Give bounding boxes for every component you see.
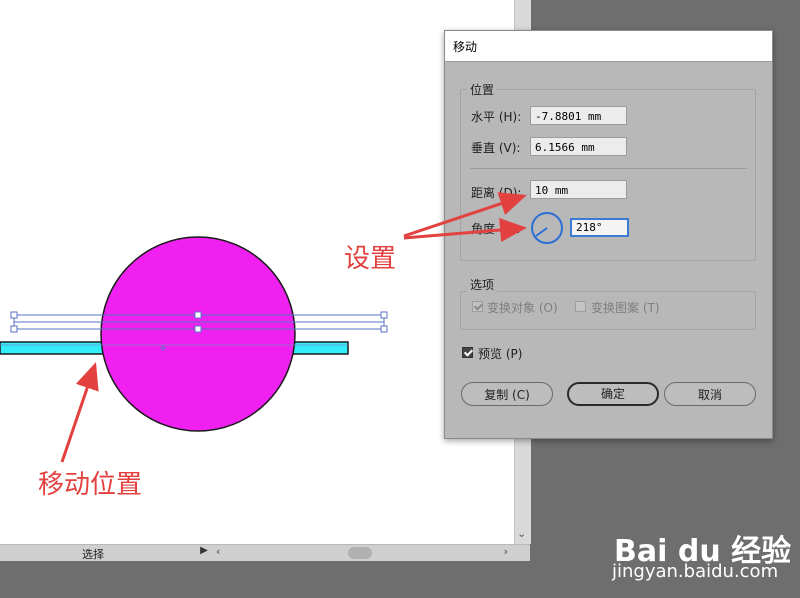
play-arrow-icon[interactable]: ▶ <box>198 545 210 561</box>
ok-button[interactable]: 确定 <box>567 382 659 406</box>
transform-patterns-checkbox[interactable] <box>575 301 586 312</box>
scroll-thumb[interactable] <box>348 547 372 559</box>
move-dialog: 移动 位置 水平 (H): -7.8801 mm 垂直 (V): 6.1566 … <box>444 30 773 439</box>
selection-handle <box>194 311 202 319</box>
dialog-title-bar[interactable]: 移动 <box>445 31 772 62</box>
position-group-legend: 位置 <box>467 81 498 98</box>
magenta-circle-shape <box>100 236 296 432</box>
horizontal-scrollbar[interactable]: ‹ › <box>212 545 516 561</box>
artwork <box>0 236 388 432</box>
status-bar: 选择 ▶ ‹ › <box>0 544 530 561</box>
cancel-button[interactable]: 取消 <box>664 382 756 406</box>
selection-handle <box>10 311 18 319</box>
horizontal-input[interactable]: -7.8801 mm <box>530 106 627 125</box>
vertical-input[interactable]: 6.1566 mm <box>530 137 627 156</box>
transform-objects-checkbox[interactable] <box>472 301 483 312</box>
angle-dial-icon[interactable] <box>530 211 564 245</box>
distance-input[interactable]: 10 mm <box>530 180 627 199</box>
copy-button[interactable]: 复制 (C) <box>461 382 553 406</box>
selection-handle <box>10 325 18 333</box>
horizontal-label: 水平 (H): <box>471 110 522 124</box>
selection-handle <box>380 325 388 333</box>
angle-label: 角度 (A): <box>471 222 521 236</box>
transform-patterns-label: 变换图案 (T) <box>591 301 660 315</box>
artboard-canvas[interactable] <box>0 0 514 544</box>
scroll-down-icon[interactable]: ⌄ <box>517 527 526 540</box>
scroll-left-icon[interactable]: ‹ <box>216 545 220 558</box>
options-group-legend: 选项 <box>467 276 498 293</box>
current-tool-label: 选择 <box>82 548 104 561</box>
transform-objects-label: 变换对象 (O) <box>487 301 558 315</box>
divider <box>470 168 747 169</box>
annotation-move-position: 移动位置 <box>38 470 143 500</box>
preview-label: 预览 (P) <box>478 347 523 361</box>
dialog-title: 移动 <box>453 40 478 54</box>
annotation-settings: 设置 <box>344 244 397 274</box>
baidu-watermark-url: jingyan.baidu.com <box>612 561 779 582</box>
selection-handle <box>194 325 202 333</box>
scroll-right-icon[interactable]: › <box>504 545 508 558</box>
vertical-label: 垂直 (V): <box>471 141 521 155</box>
distance-label: 距离 (D): <box>471 186 522 200</box>
selection-handle <box>380 311 388 319</box>
angle-input[interactable]: 218° <box>570 218 629 237</box>
preview-checkbox[interactable] <box>462 347 473 358</box>
